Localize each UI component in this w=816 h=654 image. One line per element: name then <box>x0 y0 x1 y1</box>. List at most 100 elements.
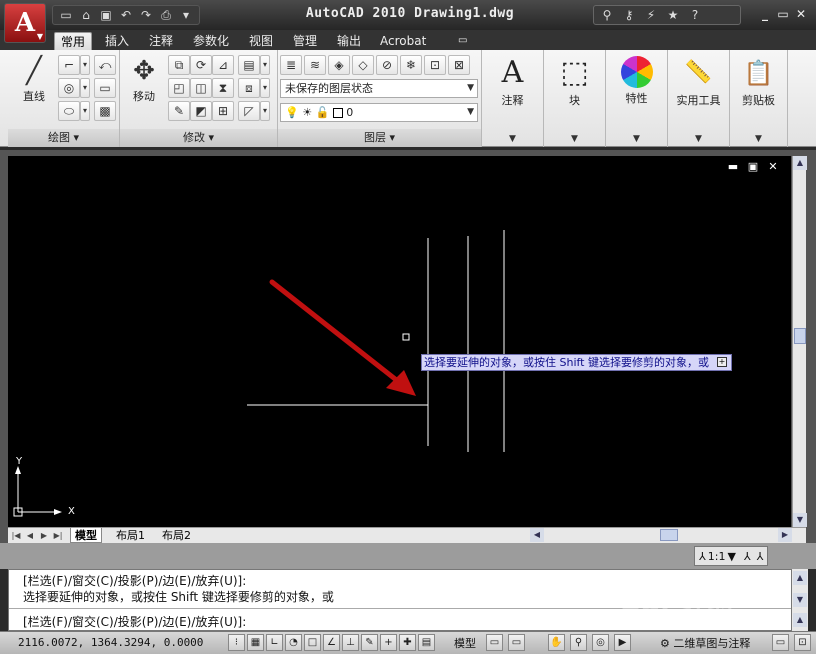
tab-home[interactable]: 常用 <box>54 32 93 50</box>
coordinate-readout[interactable]: 2116.0072, 1364.3294, 0.0000 <box>18 636 203 649</box>
quick-view-layouts-icon[interactable]: ▭ <box>486 634 503 651</box>
snap-mode-icon[interactable]: ⁝ <box>228 634 245 651</box>
dynamic-input-icon[interactable]: ✎ <box>361 634 378 651</box>
crosshair-icon[interactable]: ✚ <box>399 634 416 651</box>
ribbon-minimize-icon[interactable]: ▭ <box>452 32 473 50</box>
close-button[interactable]: ✕ <box>793 5 809 23</box>
polyline-icon[interactable]: ⌐ <box>58 55 80 75</box>
satellite-icon[interactable]: ⚡ <box>642 8 660 22</box>
rectangle-icon[interactable]: ▭ <box>94 78 116 98</box>
draw-panel-title[interactable]: 绘图 ▾ <box>8 129 119 147</box>
modify-panel-title[interactable]: 修改 ▾ <box>120 129 277 147</box>
scale-icon[interactable]: ◩ <box>190 101 212 121</box>
dynamic-ucs-icon[interactable]: ⊥ <box>342 634 359 651</box>
plot-icon[interactable]: ⎙ <box>157 7 175 23</box>
quick-view-drawings-icon[interactable]: ▭ <box>508 634 525 651</box>
tab-insert[interactable]: 插入 <box>99 32 135 50</box>
fillet-icon[interactable]: ◫ <box>190 78 212 98</box>
scroll-left-icon[interactable]: ◀ <box>530 528 544 542</box>
restore-button[interactable]: ▭ <box>775 5 791 23</box>
application-menu-button[interactable]: A ▼ <box>4 3 46 43</box>
chevron-down-icon[interactable]: ▾ <box>80 55 90 75</box>
steering-wheel-icon[interactable]: ◎ <box>592 634 609 651</box>
layer-isolate-icon[interactable]: ◈ <box>328 55 350 75</box>
object-snap-icon[interactable]: □ <box>304 634 321 651</box>
stretch-icon[interactable]: ◰ <box>168 78 190 98</box>
layer-freeze-icon[interactable]: ❄ <box>400 55 422 75</box>
horizontal-scroll-thumb[interactable] <box>660 529 678 541</box>
open-icon[interactable]: ⌂ <box>77 7 95 23</box>
tooltip-options-icon[interactable]: + <box>717 357 727 367</box>
tab-view[interactable]: 视图 <box>243 32 279 50</box>
lineweight-icon[interactable]: + <box>380 634 397 651</box>
chevron-down-icon[interactable]: ▾ <box>260 101 270 121</box>
toolbar-lock-icon[interactable]: ⊡ <box>794 634 811 651</box>
chamfer-icon[interactable]: ◸ <box>238 101 260 121</box>
auto-scale-icon[interactable]: ⅄ <box>757 550 764 563</box>
layer-off-icon[interactable]: ⊘ <box>376 55 398 75</box>
rotate-icon[interactable]: ⟳ <box>190 55 212 75</box>
scroll-right-icon[interactable]: ▶ <box>778 528 792 542</box>
quick-properties-icon[interactable]: ▤ <box>418 634 435 651</box>
save-icon[interactable]: ▣ <box>97 7 115 23</box>
array-icon[interactable]: ▤ <box>238 55 260 75</box>
block-panel-button[interactable]: ⬚ 块 ▼ <box>544 50 606 147</box>
layer-unisolate-icon[interactable]: ◇ <box>352 55 374 75</box>
tab-annotate[interactable]: 注释 <box>143 32 179 50</box>
vertical-scroll-thumb[interactable] <box>794 328 806 344</box>
tab-parametric[interactable]: 参数化 <box>187 32 235 50</box>
tab-layout1[interactable]: 布局1 <box>112 528 149 543</box>
layer-match-icon[interactable]: ≋ <box>304 55 326 75</box>
tab-output[interactable]: 输出 <box>331 32 367 50</box>
zoom-icon[interactable]: ⚲ <box>570 634 587 651</box>
chevron-down-icon[interactable]: ▾ <box>80 101 90 121</box>
vertical-scrollbar[interactable]: ▲ ▼ <box>792 156 807 527</box>
model-space-toggle[interactable]: 模型 <box>454 635 476 651</box>
explode-icon[interactable]: ⊞ <box>212 101 234 121</box>
redo-icon[interactable]: ↷ <box>137 7 155 23</box>
showmotion-icon[interactable]: ▶ <box>614 634 631 651</box>
workspace-switch[interactable]: ⚙ 二维草图与注释 <box>660 635 750 651</box>
layer-walk-icon[interactable]: ⊠ <box>448 55 470 75</box>
first-tab-icon[interactable]: |◀ <box>10 529 22 542</box>
binoculars-icon[interactable]: ⚲ <box>598 8 616 22</box>
key-icon[interactable]: ⚷ <box>620 8 638 22</box>
star-icon[interactable]: ★ <box>664 8 682 22</box>
scroll-up-icon[interactable]: ▲ <box>793 156 807 170</box>
arc-icon[interactable]: ⤺ <box>94 55 116 75</box>
next-tab-icon[interactable]: ▶ <box>38 529 50 542</box>
offset-icon[interactable]: ⧈ <box>238 78 260 98</box>
drawing-canvas[interactable]: Y X <box>8 156 791 527</box>
scroll-down-icon[interactable]: ▼ <box>793 513 807 527</box>
tab-layout2[interactable]: 布局2 <box>158 528 195 543</box>
circle-icon[interactable]: ◎ <box>58 78 80 98</box>
current-layer-dropdown[interactable]: 💡 ☀ 🔓 0 ▼ <box>280 103 478 122</box>
clean-screen-icon[interactable]: ▭ <box>772 634 789 651</box>
pan-icon[interactable]: ✋ <box>548 634 565 651</box>
command-scrollbar[interactable]: ▲ ▼ ▲ <box>792 569 808 631</box>
annotation-visibility-icon[interactable]: ⅄ <box>744 550 751 563</box>
copy-icon[interactable]: ⧉ <box>168 55 190 75</box>
minimize-button[interactable]: _ <box>757 5 773 23</box>
layer-state-dropdown[interactable]: 未保存的图层状态 ▼ <box>280 79 478 98</box>
viewport-minimize-button[interactable]: ▬ <box>726 160 740 173</box>
undo-icon[interactable]: ↶ <box>117 7 135 23</box>
chevron-down-icon[interactable]: ▾ <box>260 78 270 98</box>
scroll-up-icon[interactable]: ▲ <box>793 571 807 585</box>
last-tab-icon[interactable]: ▶| <box>52 529 64 542</box>
horizontal-scrollbar[interactable]: ◀ ▶ <box>530 528 792 542</box>
help-icon[interactable]: ? <box>686 8 704 22</box>
grid-display-icon[interactable]: ▦ <box>247 634 264 651</box>
scroll-up-icon[interactable]: ▲ <box>793 613 807 627</box>
viewport-restore-button[interactable]: ▣ <box>746 160 760 173</box>
hatch-icon[interactable]: ▩ <box>94 101 116 121</box>
chevron-down-icon[interactable]: ▾ <box>80 78 90 98</box>
annotation-scale-control[interactable]: ⅄ 1:1 ▼ ⅄ ⅄ <box>694 546 769 566</box>
prev-tab-icon[interactable]: ◀ <box>24 529 36 542</box>
annotation-panel-button[interactable]: A 注释 ▼ <box>482 50 544 147</box>
trim-icon[interactable]: ⊿ <box>212 55 234 75</box>
tab-manage[interactable]: 管理 <box>287 32 323 50</box>
tab-acrobat[interactable]: Acrobat <box>374 32 432 50</box>
scroll-down-icon[interactable]: ▼ <box>793 593 807 607</box>
customize-qat-icon[interactable]: ▾ <box>177 7 195 23</box>
